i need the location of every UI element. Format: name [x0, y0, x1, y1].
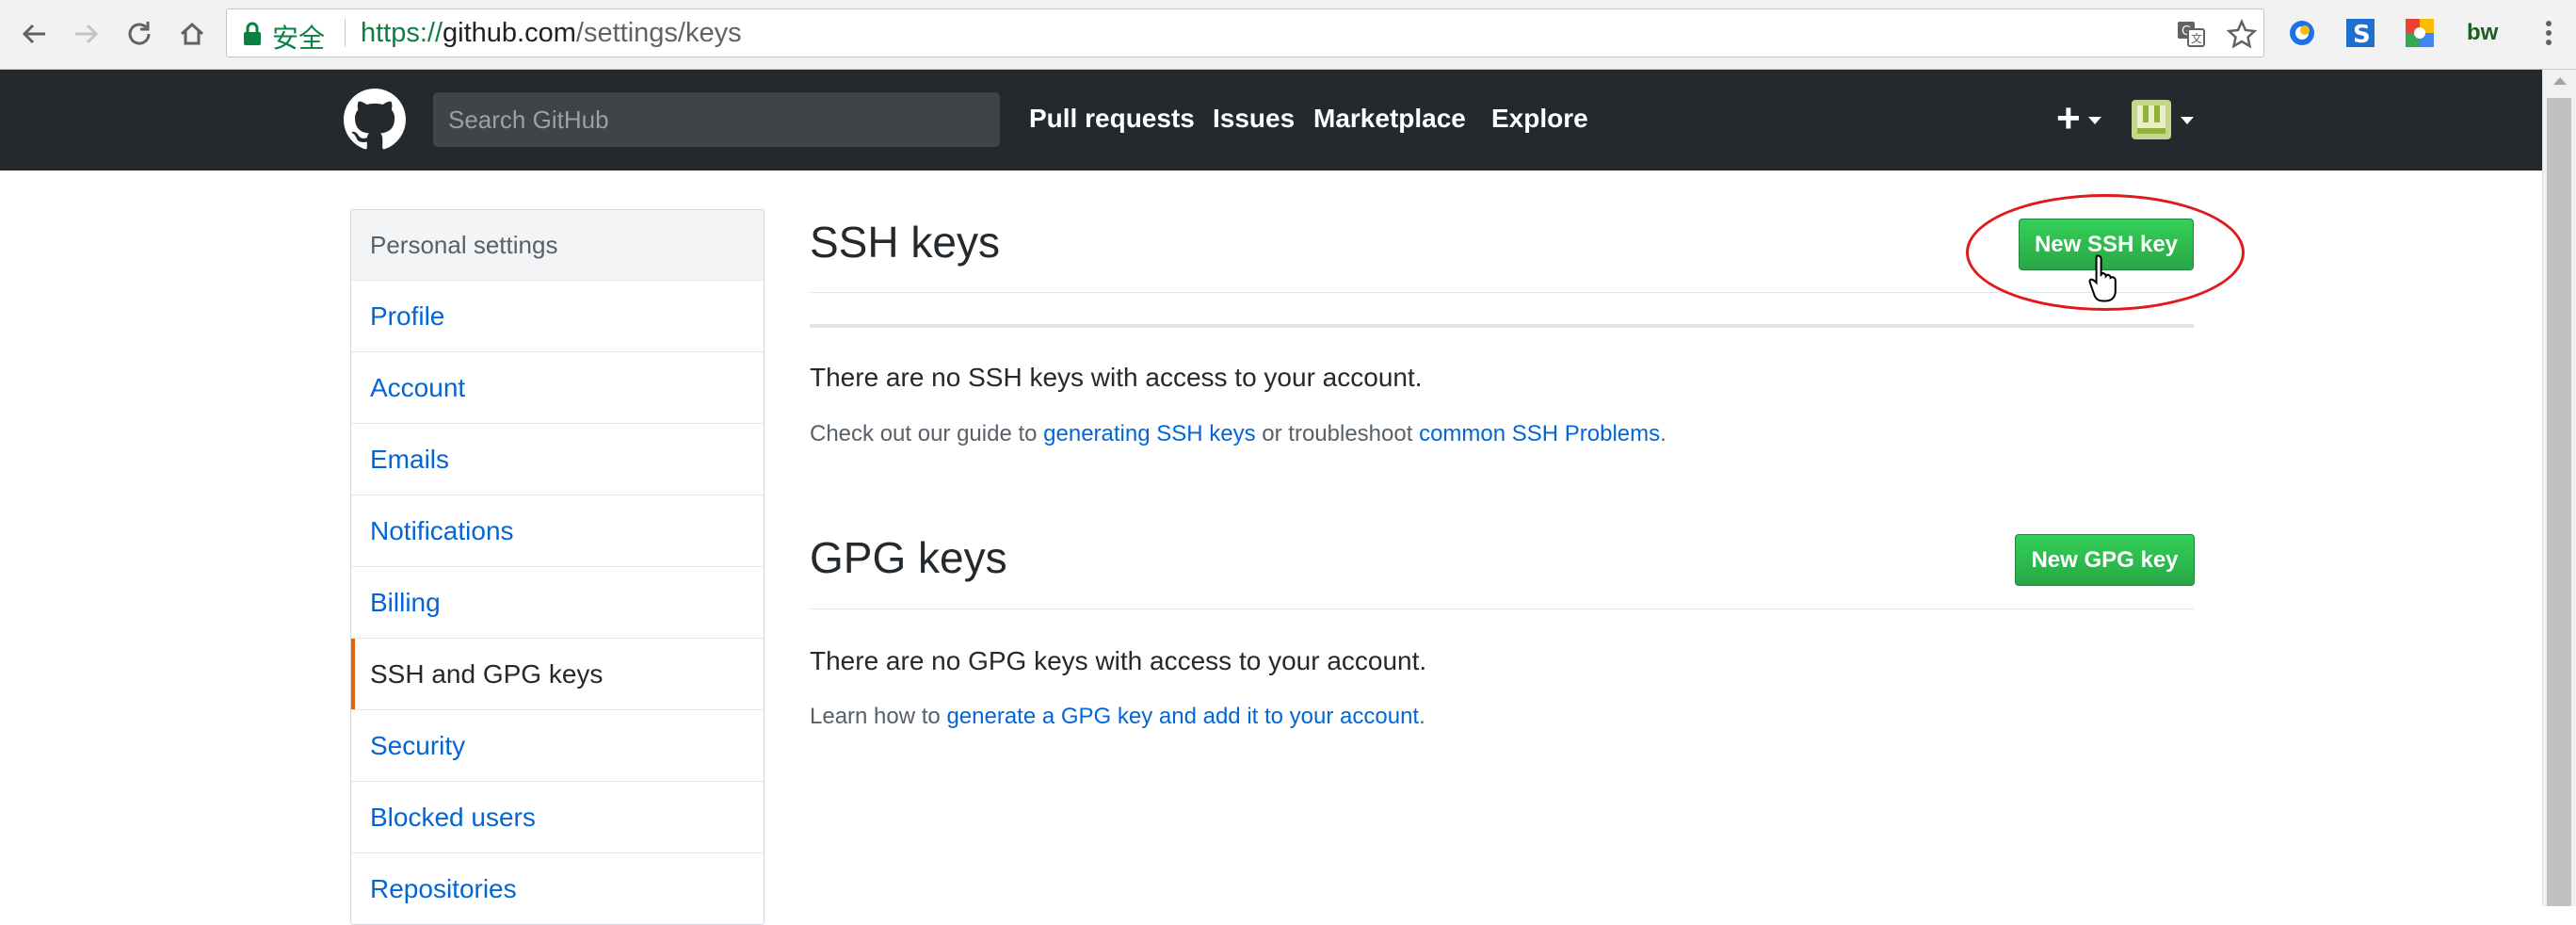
svg-text:S: S: [2353, 21, 2371, 49]
reload-icon[interactable]: [121, 15, 158, 53]
page-scrollbar[interactable]: [2542, 70, 2576, 906]
nav-marketplace[interactable]: Marketplace: [1313, 104, 1466, 134]
sidebar-item-emails[interactable]: Emails: [351, 424, 764, 495]
extension-s-icon[interactable]: S: [2344, 17, 2376, 49]
github-header: Pull requests Issues Marketplace Explore…: [0, 70, 2542, 170]
menu-kebab-icon[interactable]: [2533, 17, 2565, 49]
browser-toolbar: 安全 https://github.com/settings/keys G文 S…: [0, 0, 2576, 70]
ssh-blank-state: There are no SSH keys with access to you…: [810, 363, 1423, 392]
omnibox-separator: [345, 19, 346, 47]
sidebar-item-repositories[interactable]: Repositories: [351, 853, 764, 924]
ssh-keys-title: SSH keys: [810, 218, 1000, 267]
translate-icon[interactable]: G文: [2176, 19, 2206, 49]
create-new-caret-icon[interactable]: [2088, 117, 2101, 124]
github-logo-icon[interactable]: [344, 89, 406, 151]
ssh-list-divider: [810, 324, 2194, 328]
gpg-help-text: Learn how to generate a GPG key and add …: [810, 704, 1425, 729]
hand-pointer-cursor-icon: [2088, 252, 2120, 308]
search-input[interactable]: [433, 92, 1000, 147]
scroll-up-arrow-icon[interactable]: [2553, 77, 2567, 85]
lock-icon: [242, 22, 263, 51]
back-icon[interactable]: [15, 15, 53, 53]
svg-text:文: 文: [2191, 31, 2202, 45]
url-text: https://github.com/settings/keys: [361, 18, 742, 48]
extension-1-icon[interactable]: [2286, 17, 2318, 49]
address-bar[interactable]: 安全 https://github.com/settings/keys G文: [226, 8, 2264, 57]
scroll-thumb[interactable]: [2547, 98, 2571, 906]
gpg-blank-state: There are no GPG keys with access to you…: [810, 646, 1427, 675]
ssh-help-text: Check out our guide to generating SSH ke…: [810, 421, 1666, 446]
nav-explore[interactable]: Explore: [1491, 104, 1588, 134]
sidebar-item-security[interactable]: Security: [351, 710, 764, 782]
ssh-title-divider: [810, 292, 2194, 293]
home-icon[interactable]: [173, 15, 211, 53]
forward-icon[interactable]: [68, 15, 105, 53]
nav-pull-requests[interactable]: Pull requests: [1029, 104, 1195, 134]
gpg-keys-title: GPG keys: [810, 533, 1007, 582]
sidebar-item-ssh-gpg-keys[interactable]: SSH and GPG keys: [351, 639, 764, 710]
sidebar-item-blocked-users[interactable]: Blocked users: [351, 782, 764, 853]
avatar[interactable]: [2132, 100, 2171, 139]
new-gpg-key-button[interactable]: New GPG key: [2015, 534, 2195, 586]
extension-colorful-icon[interactable]: [2404, 17, 2436, 49]
create-new-plus-icon[interactable]: +: [2056, 98, 2081, 139]
avatar-caret-icon[interactable]: [2181, 117, 2194, 124]
extension-bw-icon[interactable]: bw: [2467, 17, 2499, 49]
sidebar-item-account[interactable]: Account: [351, 352, 764, 424]
generate-gpg-key-link[interactable]: generate a GPG key and add it to your ac…: [946, 704, 1419, 729]
bookmark-star-icon[interactable]: [2226, 18, 2258, 49]
sidebar-item-notifications[interactable]: Notifications: [351, 495, 764, 567]
generating-ssh-keys-link[interactable]: generating SSH keys: [1043, 421, 1255, 446]
sidebar-heading: Personal settings: [351, 210, 764, 281]
nav-issues[interactable]: Issues: [1213, 104, 1295, 134]
sidebar-item-billing[interactable]: Billing: [351, 567, 764, 639]
settings-sidebar: Personal settings Profile Account Emails…: [350, 209, 765, 925]
common-ssh-problems-link[interactable]: common SSH Problems: [1419, 421, 1660, 446]
secure-label: 安全: [272, 23, 326, 54]
sidebar-item-profile[interactable]: Profile: [351, 281, 764, 352]
